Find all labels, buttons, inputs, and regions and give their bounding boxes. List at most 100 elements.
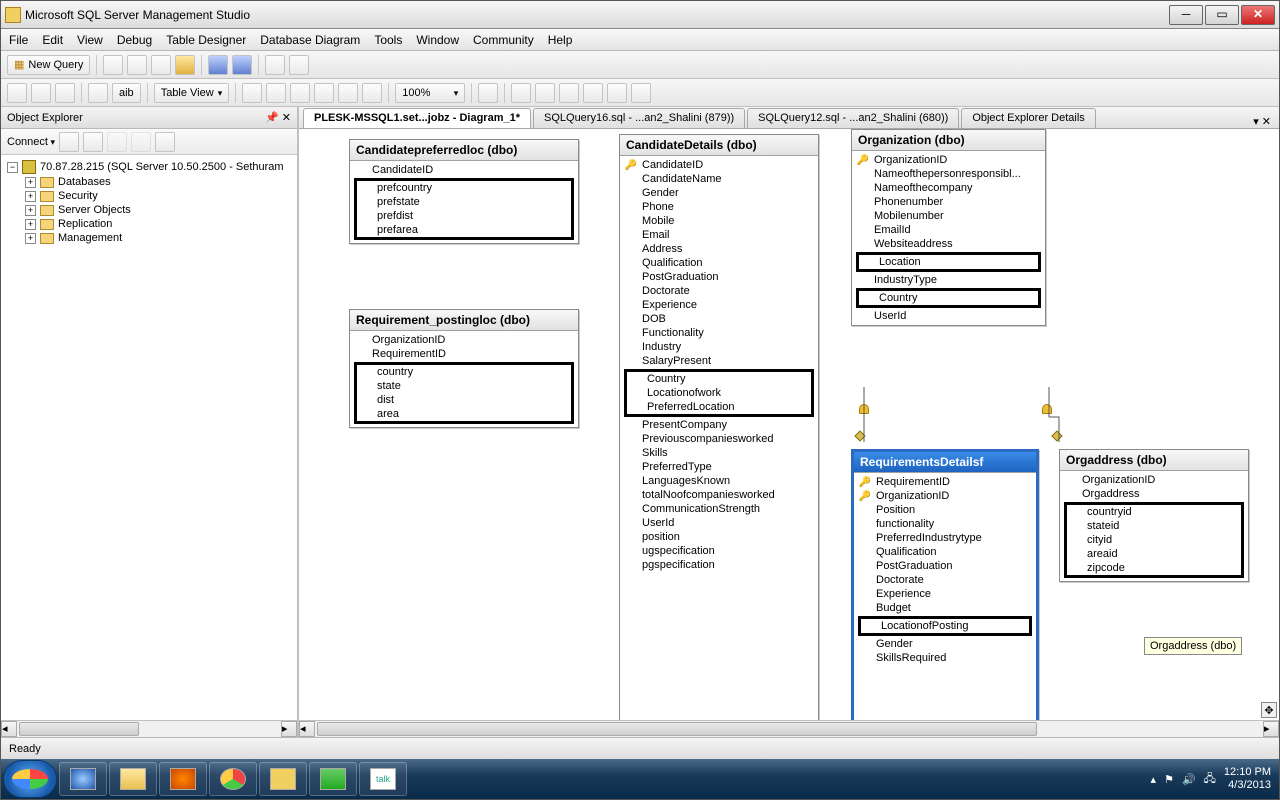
close-button[interactable]: ✕ xyxy=(1241,5,1275,25)
table-column[interactable]: 🔑RequirementID xyxy=(854,475,1036,489)
table-requirement-postingloc[interactable]: Requirement_postingloc (dbo) Organizatio… xyxy=(349,309,579,428)
toolbar-icon[interactable] xyxy=(535,83,555,103)
toolbar-icon[interactable] xyxy=(631,83,651,103)
new-query-button[interactable]: ▦ New Query xyxy=(7,55,90,75)
table-organization[interactable]: Organization (dbo) 🔑OrganizationIDNameof… xyxy=(851,129,1046,326)
table-title[interactable]: Requirement_postingloc (dbo) xyxy=(350,310,578,331)
expand-icon[interactable]: + xyxy=(25,177,36,188)
table-column[interactable]: Qualification xyxy=(854,545,1036,559)
toolbar-icon[interactable] xyxy=(266,83,286,103)
table-column[interactable]: Budget xyxy=(854,601,1036,615)
toolbar-icon[interactable] xyxy=(314,83,334,103)
toolbar-icon[interactable] xyxy=(289,55,309,75)
table-column[interactable]: Doctorate xyxy=(854,573,1036,587)
table-column[interactable]: Previouscompaniesworked xyxy=(620,432,818,446)
table-title[interactable]: Organization (dbo) xyxy=(852,130,1045,151)
table-column[interactable]: Orgaddress xyxy=(1060,487,1248,501)
table-column[interactable]: EmailId xyxy=(852,223,1045,237)
table-column[interactable]: areaid xyxy=(1067,547,1241,561)
tree-node[interactable]: +Security xyxy=(25,189,291,203)
save-all-icon[interactable] xyxy=(232,55,252,75)
table-title[interactable]: Orgaddress (dbo) xyxy=(1060,450,1248,471)
taskbar-gtalk-icon[interactable]: talk xyxy=(359,762,407,796)
menu-database-diagram[interactable]: Database Diagram xyxy=(260,33,360,47)
table-column[interactable]: IndustryType xyxy=(852,273,1045,287)
toolbar-icon[interactable] xyxy=(265,55,285,75)
table-candidatedetails[interactable]: CandidateDetails (dbo) 🔑CandidateIDCandi… xyxy=(619,134,819,720)
tray-clock[interactable]: 12:10 PM 4/3/2013 xyxy=(1224,766,1271,792)
table-column[interactable]: LanguagesKnown xyxy=(620,474,818,488)
table-column[interactable]: state xyxy=(357,379,571,393)
expand-icon[interactable]: + xyxy=(25,205,36,216)
connect-dropdown[interactable]: Connect xyxy=(7,136,55,148)
start-button[interactable] xyxy=(3,760,57,798)
table-view-dropdown[interactable]: Table View xyxy=(154,83,230,103)
menu-edit[interactable]: Edit xyxy=(42,33,63,47)
taskbar-firefox-icon[interactable] xyxy=(159,762,207,796)
table-column[interactable]: Experience xyxy=(620,298,818,312)
diagram-hscroll[interactable]: ◂ ▸ xyxy=(299,720,1279,737)
menu-debug[interactable]: Debug xyxy=(117,33,152,47)
sidebar-hscroll[interactable]: ◂ ▸ xyxy=(1,720,297,737)
tray-flag-icon[interactable]: ⚑ xyxy=(1164,773,1174,786)
diagram-canvas[interactable]: Candidatepreferredloc (dbo) CandidateID p… xyxy=(299,129,1279,720)
table-column[interactable]: Gender xyxy=(854,637,1036,651)
table-column[interactable]: Skills xyxy=(620,446,818,460)
table-column[interactable]: Websiteaddress xyxy=(852,237,1045,251)
toolbar-icon[interactable] xyxy=(290,83,310,103)
maximize-button[interactable]: ▭ xyxy=(1205,5,1239,25)
table-column[interactable]: Location xyxy=(859,255,1038,269)
tree-node[interactable]: +Databases xyxy=(25,175,291,189)
menu-table-designer[interactable]: Table Designer xyxy=(166,33,246,47)
table-column[interactable]: LocationofPosting xyxy=(861,619,1029,633)
table-column[interactable]: Country xyxy=(627,372,811,386)
menu-help[interactable]: Help xyxy=(548,33,573,47)
toolbar-icon[interactable] xyxy=(7,83,27,103)
table-column[interactable]: CommunicationStrength xyxy=(620,502,818,516)
filter-icon[interactable] xyxy=(131,132,151,152)
table-column[interactable]: prefarea xyxy=(357,223,571,237)
table-column[interactable]: Mobile xyxy=(620,214,818,228)
toolbar-icon[interactable] xyxy=(242,83,262,103)
table-column[interactable]: prefcountry xyxy=(357,181,571,195)
table-column[interactable]: OrganizationID xyxy=(350,333,578,347)
toolbar-icon[interactable] xyxy=(607,83,627,103)
tray-chevron-icon[interactable]: ▴ xyxy=(1151,773,1157,786)
table-column[interactable]: Address xyxy=(620,242,818,256)
toolbar-icon[interactable] xyxy=(151,55,171,75)
alb-button[interactable]: aib xyxy=(112,83,141,103)
toolbar-icon[interactable] xyxy=(338,83,358,103)
table-column[interactable]: Nameofthecompany xyxy=(852,181,1045,195)
toolbar-icon[interactable] xyxy=(478,83,498,103)
table-title[interactable]: Candidatepreferredloc (dbo) xyxy=(350,140,578,161)
menu-tools[interactable]: Tools xyxy=(374,33,402,47)
toolbar-icon[interactable] xyxy=(107,132,127,152)
expand-icon[interactable]: + xyxy=(25,233,36,244)
table-column[interactable]: prefstate xyxy=(357,195,571,209)
table-column[interactable]: Country xyxy=(859,291,1038,305)
table-column[interactable]: Qualification xyxy=(620,256,818,270)
table-title[interactable]: RequirementsDetailsf xyxy=(854,452,1036,473)
toolbar-icon[interactable] xyxy=(59,132,79,152)
table-column[interactable]: PostGraduation xyxy=(620,270,818,284)
tab-diagram[interactable]: PLESK-MSSQL1.set...jobz - Diagram_1* xyxy=(303,108,531,128)
toolbar-icon[interactable] xyxy=(583,83,603,103)
menu-view[interactable]: View xyxy=(77,33,103,47)
table-column[interactable]: CandidateID xyxy=(350,163,578,177)
tree-node[interactable]: +Server Objects xyxy=(25,203,291,217)
tree-server-node[interactable]: − 70.87.28.215 (SQL Server 10.50.2500 - … xyxy=(7,159,291,175)
table-column[interactable]: Email xyxy=(620,228,818,242)
table-column[interactable]: Experience xyxy=(854,587,1036,601)
table-candidatepreferredloc[interactable]: Candidatepreferredloc (dbo) CandidateID p… xyxy=(349,139,579,244)
table-column[interactable]: Phone xyxy=(620,200,818,214)
menu-community[interactable]: Community xyxy=(473,33,534,47)
toolbar-icon[interactable] xyxy=(127,55,147,75)
table-column[interactable]: Position xyxy=(854,503,1036,517)
table-column[interactable]: ugspecification xyxy=(620,544,818,558)
table-column[interactable]: zipcode xyxy=(1067,561,1241,575)
table-column[interactable]: SalaryPresent xyxy=(620,354,818,368)
tree-node[interactable]: +Management xyxy=(25,231,291,245)
table-column[interactable]: Functionality xyxy=(620,326,818,340)
tab-object-explorer-details[interactable]: Object Explorer Details xyxy=(961,108,1096,128)
expand-icon[interactable]: + xyxy=(25,219,36,230)
